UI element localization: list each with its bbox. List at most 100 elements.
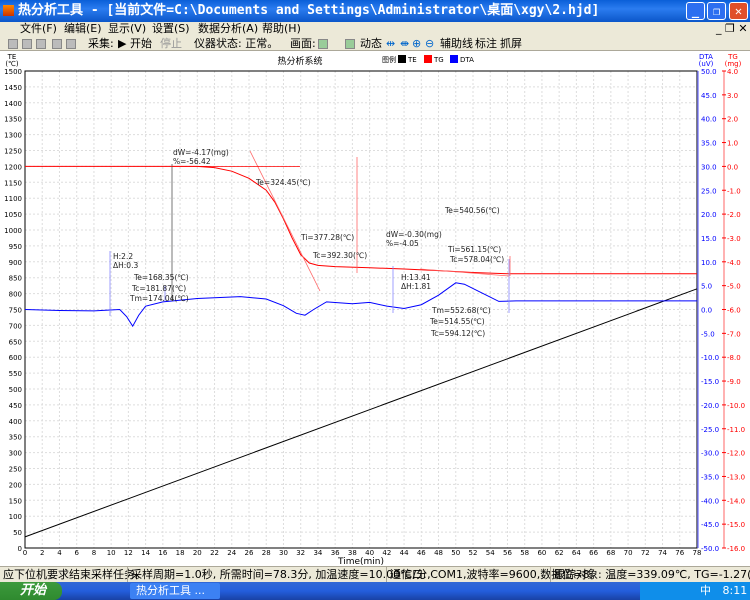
dta-tick-label: 40.0	[701, 116, 717, 124]
grab-screen-button[interactable]: 抓屏	[500, 36, 522, 51]
legend-label: 图例	[382, 55, 396, 64]
chart-title: 热分析系统	[277, 55, 322, 67]
aux-line-button[interactable]: 辅助线	[440, 36, 473, 51]
menu-view[interactable]: 显示(V)	[108, 22, 146, 36]
te-tick-label: 550	[9, 370, 22, 378]
tg-tick-label: -6.0	[727, 307, 741, 315]
auxiliary-line	[419, 268, 510, 277]
ime-indicator[interactable]: 中	[700, 584, 711, 597]
dynamic-button[interactable]: 动态	[360, 36, 382, 51]
te-tick-label: 350	[9, 434, 22, 442]
te-tick-label: 1350	[4, 116, 22, 124]
x-tick-label: 62	[555, 549, 564, 557]
open-icon[interactable]	[22, 39, 32, 49]
tg-tick-label: -16.0	[727, 545, 745, 553]
dta-tick-label: 25.0	[701, 187, 717, 195]
dta-tick-label: -5.0	[701, 330, 715, 338]
menu-analysis[interactable]: 数据分析(A)	[198, 22, 258, 36]
chart-area: 0 2 4 6 8 10 12 14 16 18 20 22 24 26 28 30 32 34 36 38 40 42 4…	[0, 51, 750, 567]
chart-icon[interactable]	[318, 39, 328, 49]
x-tick-label: 10	[107, 549, 116, 557]
x-tick-label: 56	[503, 549, 512, 557]
annotation: Te=540.56(℃)	[444, 206, 500, 215]
menu-help[interactable]: 帮助(H)	[262, 22, 301, 36]
x-tick-label: 66	[589, 549, 598, 557]
x-tick-label: 0	[23, 549, 27, 557]
x-tick-label: 50	[451, 549, 460, 557]
menu-settings[interactable]: 设置(S)	[152, 22, 190, 36]
te-tick-label: 850	[9, 275, 22, 283]
maximize-button[interactable]: ❐	[707, 2, 726, 20]
zoom-x-in-icon[interactable]: ⇹	[386, 36, 395, 51]
x-tick-label: 64	[572, 549, 581, 557]
annotation: ΔH:0.3	[113, 261, 138, 270]
x-tick-label: 72	[641, 549, 650, 557]
x-tick-label: 34	[313, 549, 322, 557]
x-tick-label: 12	[124, 549, 133, 557]
status-bar: 应下位机要求结束采样任务。 采样周期=1.0秒, 所需时间=78.3分, 加温速…	[0, 566, 750, 583]
tg-tick-label: -4.0	[727, 259, 741, 267]
legend-swatch-te	[398, 55, 406, 63]
chart-clear-icon[interactable]	[345, 39, 355, 49]
te-tick-label: 750	[9, 307, 22, 315]
zoom-out-icon[interactable]: ⊖	[425, 36, 434, 51]
x-tick-label: 20	[193, 549, 202, 557]
taskbar-app-button[interactable]: 热分析工具 ...	[130, 583, 220, 599]
x-tick-label: 70	[624, 549, 633, 557]
new-icon[interactable]	[8, 39, 18, 49]
tg-tick-label: -14.0	[727, 497, 745, 505]
dta-tick-label: 0.0	[701, 307, 712, 315]
annotation: H:2.2	[113, 252, 133, 261]
dta-tick-label: -10.0	[701, 354, 719, 362]
annotation: Tc=181.87(℃)	[131, 284, 186, 293]
x-tick-label: 44	[400, 549, 409, 557]
te-tick-label: 1400	[4, 100, 22, 108]
dta-tick-label: -45.0	[701, 521, 719, 529]
annotation: Te=514.55(℃)	[429, 317, 485, 326]
mdi-controls[interactable]: _ ❐ ✕	[716, 22, 748, 36]
zoom-in-icon[interactable]: ⊕	[412, 36, 421, 51]
zoom-x-out-icon[interactable]: ⇼	[400, 36, 409, 51]
annotation: H:13.41	[401, 273, 431, 282]
minimize-button[interactable]: _	[686, 2, 705, 20]
dta-tick-label: 20.0	[701, 211, 717, 219]
mark-button[interactable]: 标注	[475, 36, 497, 51]
dta-tick-label: -30.0	[701, 450, 719, 458]
tg-tick-label: 1.0	[727, 140, 738, 148]
x-tick-label: 60	[537, 549, 546, 557]
save-icon[interactable]	[36, 39, 46, 49]
start-button[interactable]: ▶ 开始	[118, 36, 152, 51]
stop-button[interactable]: 停止	[160, 36, 182, 51]
annotation: Tc=578.04(℃)	[449, 255, 504, 264]
app-icon	[3, 5, 14, 16]
te-tick-label: 950	[9, 243, 22, 251]
start-button[interactable]: 开始	[0, 582, 62, 600]
menu-edit[interactable]: 编辑(E)	[64, 22, 102, 36]
close-button[interactable]: ✕	[729, 2, 748, 20]
te-tick-label: 600	[9, 354, 22, 362]
dta-tick-label: -50.0	[701, 545, 719, 553]
status-message: 应下位机要求结束采样任务。	[3, 568, 146, 581]
x-tick-label: 14	[141, 549, 150, 557]
te-tick-label: 50	[13, 529, 22, 537]
dta-tick-label: -40.0	[701, 497, 719, 505]
x-tick-label: 6	[74, 549, 79, 557]
instrument-status-dropdown[interactable]: 仪器状态: 正常。	[194, 36, 278, 51]
tg-tick-label: 4.0	[727, 68, 738, 76]
x-tick-label: 26	[245, 549, 254, 557]
tg-tick-label: -12.0	[727, 450, 745, 458]
legend-label-dta: DTA	[460, 56, 474, 64]
x-tick-label: 24	[227, 549, 236, 557]
dta-tick-label: 5.0	[701, 283, 712, 291]
x-tick-label: 52	[469, 549, 478, 557]
print-icon[interactable]	[52, 39, 62, 49]
te-tick-label: 1200	[4, 163, 22, 171]
series-te-line	[24, 288, 698, 538]
print-preview-icon[interactable]	[66, 39, 76, 49]
menu-file[interactable]: 文件(F)	[20, 22, 57, 36]
x-tick-label: 42	[382, 549, 391, 557]
tg-tick-label: -11.0	[727, 426, 745, 434]
te-tick-label: 1050	[4, 211, 22, 219]
x-axis-label: Time(min)	[337, 557, 384, 566]
annotation: Tm=174.04(℃)	[129, 294, 189, 303]
